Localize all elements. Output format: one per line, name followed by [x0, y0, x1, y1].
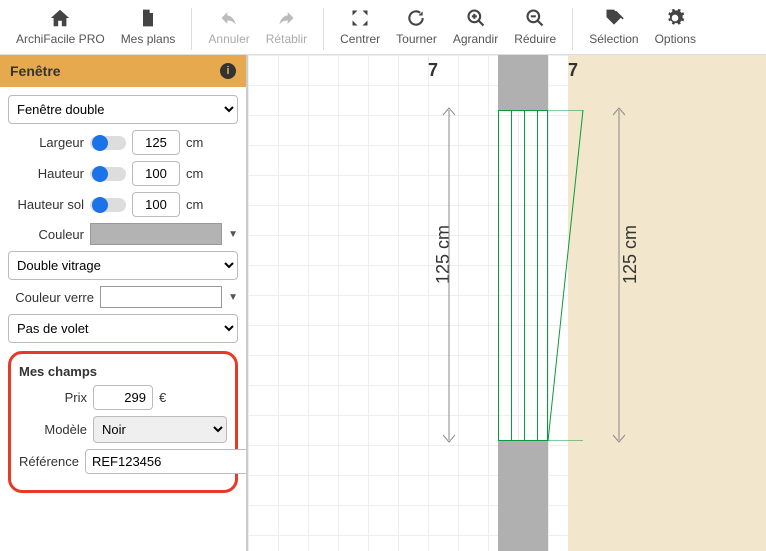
canvas[interactable]: 7 7 125 cm 125 cm: [248, 55, 766, 551]
largeur-input[interactable]: [132, 130, 180, 155]
rotate-label: Tourner: [396, 32, 437, 46]
redo-button[interactable]: Rétablir: [258, 4, 315, 48]
mes-champs-box: Mes champs Prix € Modèle Noir Référence: [8, 351, 238, 493]
hsol-slider[interactable]: [90, 198, 126, 212]
selection-button[interactable]: Sélection: [581, 4, 646, 48]
hsol-input[interactable]: [132, 192, 180, 217]
plans-label: Mes plans: [121, 32, 176, 46]
couleur-verre-swatch[interactable]: [100, 286, 222, 308]
zoomin-label: Agrandir: [453, 32, 498, 46]
couleur-label: Couleur: [8, 227, 84, 242]
rotate-button[interactable]: Tourner: [388, 4, 445, 48]
zoomout-icon: [525, 6, 545, 30]
selection-label: Sélection: [589, 32, 638, 46]
modele-select[interactable]: Noir: [93, 416, 227, 443]
rotate-icon: [406, 6, 426, 30]
panel-title: Fenêtre i: [0, 55, 246, 87]
home-label: ArchiFacile PRO: [16, 32, 105, 46]
undo-button[interactable]: Annuler: [200, 4, 257, 48]
hauteur-label: Hauteur: [8, 166, 84, 181]
volet-select[interactable]: Pas de volet: [8, 314, 238, 343]
ref-input[interactable]: [85, 449, 248, 474]
options-button[interactable]: Options: [647, 4, 704, 48]
undo-icon: [218, 6, 240, 30]
largeur-slider[interactable]: [90, 136, 126, 150]
tag-icon: [603, 6, 625, 30]
prix-input[interactable]: [93, 385, 153, 410]
window-object[interactable]: [498, 110, 548, 441]
info-icon[interactable]: i: [220, 63, 236, 79]
center-label: Centrer: [340, 32, 380, 46]
prix-label: Prix: [19, 390, 87, 405]
center-button[interactable]: Centrer: [332, 4, 388, 48]
dim-line-left: [443, 105, 455, 445]
options-label: Options: [655, 32, 696, 46]
home-icon: [49, 6, 71, 30]
hauteur-slider[interactable]: [90, 167, 126, 181]
file-icon: [138, 6, 158, 30]
dim-7b: 7: [568, 60, 578, 81]
zoomout-button[interactable]: Réduire: [506, 4, 564, 48]
largeur-label: Largeur: [8, 135, 84, 150]
toolbar: ArchiFacile PRO Mes plans Annuler Rétabl…: [0, 0, 766, 55]
modele-label: Modèle: [19, 422, 87, 437]
redo-label: Rétablir: [266, 32, 307, 46]
expand-icon: [350, 6, 370, 30]
undo-label: Annuler: [208, 32, 249, 46]
zoomout-label: Réduire: [514, 32, 556, 46]
zoomin-icon: [466, 6, 486, 30]
home-button[interactable]: ArchiFacile PRO: [8, 4, 113, 48]
dim-7a: 7: [428, 60, 438, 81]
window-type-select[interactable]: Fenêtre double: [8, 95, 238, 124]
sidebar: Fenêtre i Fenêtre double Largeur cm Haut…: [0, 55, 248, 551]
plans-button[interactable]: Mes plans: [113, 4, 184, 48]
dim-line-right: [613, 105, 625, 445]
wall-top: [498, 55, 548, 110]
chevron-down-icon[interactable]: ▼: [228, 292, 238, 303]
couleur-swatch[interactable]: [90, 223, 222, 245]
redo-icon: [275, 6, 297, 30]
wall-bottom: [498, 441, 548, 551]
chevron-down-icon[interactable]: ▼: [228, 229, 238, 240]
mes-champs-title: Mes champs: [19, 364, 227, 379]
couleur-verre-label: Couleur verre: [8, 290, 94, 305]
gear-icon: [665, 6, 685, 30]
zoomin-button[interactable]: Agrandir: [445, 4, 506, 48]
hauteur-input[interactable]: [132, 161, 180, 186]
hsol-label: Hauteur sol: [8, 197, 84, 212]
vitrage-select[interactable]: Double vitrage: [8, 251, 238, 280]
ref-label: Référence: [19, 454, 79, 469]
